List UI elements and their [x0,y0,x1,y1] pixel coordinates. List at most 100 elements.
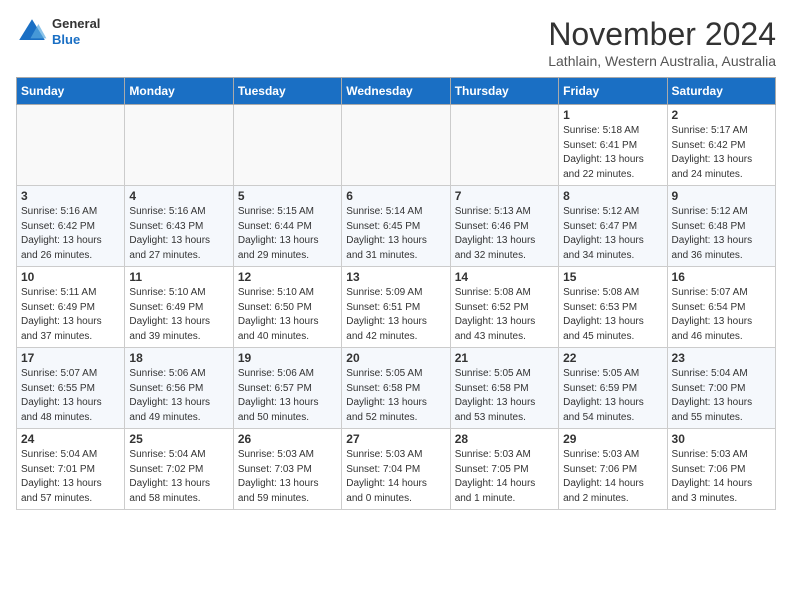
calendar-cell: 30Sunrise: 5:03 AM Sunset: 7:06 PM Dayli… [667,429,775,510]
day-number: 16 [672,270,771,284]
day-info: Sunrise: 5:05 AM Sunset: 6:58 PM Dayligh… [455,367,554,425]
calendar-cell: 20 Sunrise: 5:05 AM Sunset: 6:58 PM Dayli… [342,348,450,429]
calendar-cell [233,105,341,186]
day-number: 12 [238,270,337,284]
day-number: 26 [238,432,337,446]
day-info: Sunrise: 5:08 AM Sunset: 6:52 PM Dayligh… [455,286,554,344]
calendar-cell: 7Sunrise: 5:13 AM Sunset: 6:46 PM Daylig… [450,186,558,267]
day-number: 21 [455,351,554,365]
day-info: Sunrise: 5:05 AM Sunset: 6:58 PM Dayligh… [346,367,445,425]
day-info: Sunrise: 5:07 AM Sunset: 6:54 PM Dayligh… [672,286,771,344]
day-info: Sunrise: 5:17 AM Sunset: 6:42 PM Dayligh… [672,124,771,182]
day-info: Sunrise: 5:11 AM Sunset: 6:49 PM Dayligh… [21,286,120,344]
page-header: General Blue November 2024 Lathlain, Wes… [16,16,776,69]
day-info: Sunrise: 5:06 AM Sunset: 6:57 PM Dayligh… [238,367,337,425]
day-info: Sunrise: 5:12 AM Sunset: 6:48 PM Dayligh… [672,205,771,263]
day-number: 23 [672,351,771,365]
calendar-cell [125,105,233,186]
day-info: Sunrise: 5:03 AM Sunset: 7:04 PM Dayligh… [346,448,445,506]
day-number: 2 [672,108,771,122]
calendar-cell: 14 Sunrise: 5:08 AM Sunset: 6:52 PM Dayli… [450,267,558,348]
day-number: 28 [455,432,554,446]
calendar-cell: 18 Sunrise: 5:06 AM Sunset: 6:56 PM Dayli… [125,348,233,429]
weekday-sunday: Sunday [17,78,125,105]
calendar-cell: 24 Sunrise: 5:04 AM Sunset: 7:01 PM Dayli… [17,429,125,510]
weekday-wednesday: Wednesday [342,78,450,105]
day-info: Sunrise: 5:06 AM Sunset: 6:56 PM Dayligh… [129,367,228,425]
day-info: Sunrise: 5:03 AM Sunset: 7:06 PM Dayligh… [563,448,662,506]
calendar-cell: 22 Sunrise: 5:05 AM Sunset: 6:59 PM Dayli… [559,348,667,429]
calendar-cell: 15Sunrise: 5:08 AM Sunset: 6:53 PM Dayli… [559,267,667,348]
day-number: 14 [455,270,554,284]
calendar-cell: 2 Sunrise: 5:17 AM Sunset: 6:42 PM Daylig… [667,105,775,186]
logo-icon [16,16,48,48]
day-info: Sunrise: 5:09 AM Sunset: 6:51 PM Dayligh… [346,286,445,344]
calendar-cell: 23 Sunrise: 5:04 AM Sunset: 7:00 PM Dayli… [667,348,775,429]
calendar-cell: 8 Sunrise: 5:12 AM Sunset: 6:47 PM Daylig… [559,186,667,267]
calendar-cell: 21 Sunrise: 5:05 AM Sunset: 6:58 PM Dayli… [450,348,558,429]
weekday-saturday: Saturday [667,78,775,105]
title-block: November 2024 Lathlain, Western Australi… [548,16,776,69]
day-number: 8 [563,189,662,203]
calendar-cell: 28Sunrise: 5:03 AM Sunset: 7:05 PM Dayli… [450,429,558,510]
month-title: November 2024 [548,16,776,53]
calendar-cell: 27 Sunrise: 5:03 AM Sunset: 7:04 PM Dayli… [342,429,450,510]
calendar-table: SundayMondayTuesdayWednesdayThursdayFrid… [16,77,776,510]
calendar-cell: 5 Sunrise: 5:15 AM Sunset: 6:44 PM Daylig… [233,186,341,267]
day-number: 29 [563,432,662,446]
day-info: Sunrise: 5:07 AM Sunset: 6:55 PM Dayligh… [21,367,120,425]
calendar-cell: 10 Sunrise: 5:11 AM Sunset: 6:49 PM Dayli… [17,267,125,348]
day-info: Sunrise: 5:14 AM Sunset: 6:45 PM Dayligh… [346,205,445,263]
calendar-cell: 19 Sunrise: 5:06 AM Sunset: 6:57 PM Dayli… [233,348,341,429]
day-number: 27 [346,432,445,446]
day-number: 22 [563,351,662,365]
day-number: 13 [346,270,445,284]
calendar-cell: 1Sunrise: 5:18 AM Sunset: 6:41 PM Daylig… [559,105,667,186]
calendar-cell: 29 Sunrise: 5:03 AM Sunset: 7:06 PM Dayli… [559,429,667,510]
day-number: 20 [346,351,445,365]
calendar-cell: 6 Sunrise: 5:14 AM Sunset: 6:45 PM Daylig… [342,186,450,267]
day-number: 18 [129,351,228,365]
logo-blue: Blue [52,32,80,47]
weekday-tuesday: Tuesday [233,78,341,105]
calendar-cell: 13 Sunrise: 5:09 AM Sunset: 6:51 PM Dayli… [342,267,450,348]
weekday-thursday: Thursday [450,78,558,105]
calendar-cell: 16 Sunrise: 5:07 AM Sunset: 6:54 PM Dayli… [667,267,775,348]
day-number: 19 [238,351,337,365]
calendar-cell [450,105,558,186]
day-number: 11 [129,270,228,284]
day-info: Sunrise: 5:04 AM Sunset: 7:00 PM Dayligh… [672,367,771,425]
calendar-cell: 4 Sunrise: 5:16 AM Sunset: 6:43 PM Daylig… [125,186,233,267]
day-info: Sunrise: 5:15 AM Sunset: 6:44 PM Dayligh… [238,205,337,263]
logo-general: General [52,16,100,31]
logo: General Blue [16,16,100,48]
calendar-cell: 11Sunrise: 5:10 AM Sunset: 6:49 PM Dayli… [125,267,233,348]
calendar-cell: 26 Sunrise: 5:03 AM Sunset: 7:03 PM Dayli… [233,429,341,510]
day-info: Sunrise: 5:03 AM Sunset: 7:06 PM Dayligh… [672,448,771,506]
day-number: 24 [21,432,120,446]
day-number: 7 [455,189,554,203]
calendar-cell [342,105,450,186]
calendar-cell: 12 Sunrise: 5:10 AM Sunset: 6:50 PM Dayli… [233,267,341,348]
day-info: Sunrise: 5:10 AM Sunset: 6:50 PM Dayligh… [238,286,337,344]
location: Lathlain, Western Australia, Australia [548,53,776,69]
calendar-cell: 3 Sunrise: 5:16 AM Sunset: 6:42 PM Daylig… [17,186,125,267]
day-info: Sunrise: 5:04 AM Sunset: 7:01 PM Dayligh… [21,448,120,506]
day-info: Sunrise: 5:16 AM Sunset: 6:43 PM Dayligh… [129,205,228,263]
day-number: 17 [21,351,120,365]
day-number: 4 [129,189,228,203]
day-number: 6 [346,189,445,203]
calendar-cell: 17 Sunrise: 5:07 AM Sunset: 6:55 PM Dayli… [17,348,125,429]
day-info: Sunrise: 5:03 AM Sunset: 7:03 PM Dayligh… [238,448,337,506]
calendar-cell [17,105,125,186]
day-number: 3 [21,189,120,203]
day-info: Sunrise: 5:18 AM Sunset: 6:41 PM Dayligh… [563,124,662,182]
day-info: Sunrise: 5:05 AM Sunset: 6:59 PM Dayligh… [563,367,662,425]
calendar-cell: 9Sunrise: 5:12 AM Sunset: 6:48 PM Daylig… [667,186,775,267]
day-number: 10 [21,270,120,284]
day-number: 5 [238,189,337,203]
weekday-monday: Monday [125,78,233,105]
day-info: Sunrise: 5:16 AM Sunset: 6:42 PM Dayligh… [21,205,120,263]
day-info: Sunrise: 5:12 AM Sunset: 6:47 PM Dayligh… [563,205,662,263]
calendar-cell: 25Sunrise: 5:04 AM Sunset: 7:02 PM Dayli… [125,429,233,510]
